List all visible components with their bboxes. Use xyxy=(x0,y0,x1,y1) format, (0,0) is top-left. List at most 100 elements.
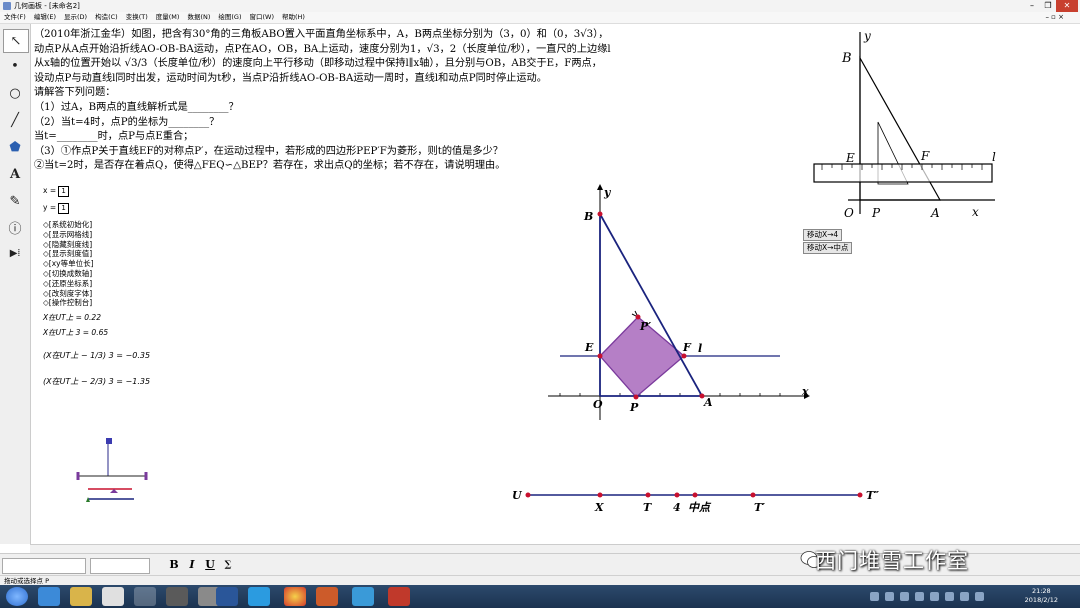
problem-line: （2010年浙江金华）如图，把含有30°角的三角板ABO置入平面直角坐标系中，A… xyxy=(34,29,609,40)
action-button-list: ◇[系统初始化] ◇[显示网格线] ◇[隐藏刻度线] ◇[显示刻度值] ◇[xy… xyxy=(43,220,150,308)
measurement-4[interactable]: (X在UT上 − 2/3) 3 = −1.35 xyxy=(43,370,150,394)
tray-icon[interactable] xyxy=(900,592,909,601)
action-button-init[interactable]: ◇[系统初始化] xyxy=(43,220,150,230)
point-E[interactable] xyxy=(597,353,603,359)
measurement-1[interactable]: X在UT上 = 0.22 xyxy=(43,313,150,323)
font-family-select[interactable] xyxy=(2,558,86,574)
tray-icon[interactable] xyxy=(960,592,969,601)
close-button[interactable]: ✕ xyxy=(1056,0,1078,12)
point-Pprime[interactable] xyxy=(635,314,641,320)
tray-icon[interactable] xyxy=(930,592,939,601)
action-button-restore-axes[interactable]: ◇[还原坐标系] xyxy=(43,279,150,289)
point-tool-icon[interactable]: • xyxy=(3,55,27,77)
point-four[interactable] xyxy=(674,492,680,498)
point-P[interactable] xyxy=(633,394,639,400)
menu-window[interactable]: 窗口(W) xyxy=(245,12,278,23)
custom-tool-icon[interactable]: ▶⁞ xyxy=(3,242,27,264)
media-player-icon[interactable] xyxy=(102,587,124,606)
point-Tprime[interactable] xyxy=(750,492,756,498)
problem-line: 从x轴的位置开始以 √3/3（长度单位/秒）的速度向上平行移动（即移动过程中保持… xyxy=(34,58,602,70)
explorer-icon[interactable] xyxy=(70,587,92,606)
app3-taskbar-icon[interactable] xyxy=(316,587,338,606)
param-x-value[interactable]: 1 xyxy=(58,186,70,197)
tray-icon[interactable] xyxy=(885,592,894,601)
cloud-app-icon[interactable] xyxy=(248,587,270,606)
menu-graph[interactable]: 绘图(G) xyxy=(214,12,245,23)
menu-help[interactable]: 帮助(H) xyxy=(278,12,309,23)
param-y-value[interactable]: 1 xyxy=(58,203,70,214)
reference-figure: B y E F l O P A x xyxy=(813,29,996,220)
action-button-tick-font[interactable]: ◇[改刻度字体] xyxy=(43,289,150,299)
start-button-icon[interactable] xyxy=(6,587,28,606)
menu-data[interactable]: 数据(N) xyxy=(183,12,214,23)
problem-text[interactable]: （2010年浙江金华）如图，把含有30°角的三角板ABO置入平面直角坐标系中，A… xyxy=(34,28,804,174)
compass-tool-icon[interactable]: ○ xyxy=(3,82,27,104)
tray-icon[interactable] xyxy=(975,592,984,601)
problem-line: ②当t=2时，是否存在着点Q，使得△FEQ∽△BEP？若存在，求出点Q的坐标；若… xyxy=(34,160,506,172)
point-Tdouble[interactable] xyxy=(857,492,863,498)
parameter-slider-widget[interactable] xyxy=(70,432,160,512)
font-size-select[interactable] xyxy=(90,558,150,574)
italic-button[interactable]: I xyxy=(184,558,200,572)
measurement-2[interactable]: X在UT上 3 = 0.65 xyxy=(43,328,150,338)
ref-label-y: y xyxy=(863,29,871,43)
menu-file[interactable]: 文件(F) xyxy=(0,12,30,23)
word-icon[interactable] xyxy=(216,587,238,606)
sketchpad-taskbar-icon[interactable] xyxy=(134,587,156,606)
slider-flag[interactable] xyxy=(106,438,112,444)
problem-line: （3）①作点P关于直线EF的对称点P′，在运动过程中，若形成的四边形PEP′F为… xyxy=(34,145,503,157)
param-x[interactable]: x = 1 xyxy=(43,186,150,197)
tray-icon[interactable] xyxy=(945,592,954,601)
bold-button[interactable]: B xyxy=(166,558,182,572)
problem-line: 当t=________时，点P与点E重合； xyxy=(34,131,194,143)
toolbox: ↖ • ○ ╱ ⬟ A ✎ ⓘ ▶⁞ xyxy=(0,24,31,544)
point-U[interactable] xyxy=(525,492,531,498)
tray-icon[interactable] xyxy=(870,592,879,601)
restore-button[interactable]: ❐ xyxy=(1040,0,1056,12)
point-X[interactable] xyxy=(597,492,603,498)
tray-icon[interactable] xyxy=(915,592,924,601)
param-y[interactable]: y = 1 xyxy=(43,203,150,214)
measurement-3[interactable]: (X在UT上 − 1/3) 3 = −0.35 xyxy=(43,344,150,368)
symbol-icon[interactable]: ∑ xyxy=(220,558,236,572)
ref-label-F: F xyxy=(920,149,930,163)
point-F[interactable] xyxy=(681,353,687,359)
underline-button[interactable]: U xyxy=(202,558,218,572)
menu-transform[interactable]: 变换(T) xyxy=(122,12,152,23)
polygon-tool-icon[interactable]: ⬟ xyxy=(3,136,27,158)
action-button-show-tick-values[interactable]: ◇[显示刻度值] xyxy=(43,249,150,259)
menu-construct[interactable]: 构造(C) xyxy=(91,12,122,23)
point-B[interactable] xyxy=(597,211,603,217)
action-button-show-grid[interactable]: ◇[显示网格线] xyxy=(43,230,150,240)
app4-taskbar-icon[interactable] xyxy=(352,587,374,606)
information-tool-icon[interactable]: ⓘ xyxy=(3,216,27,238)
minimize-button[interactable]: – xyxy=(1024,0,1040,12)
main-label-Pprime: P′ xyxy=(639,320,651,333)
menu-display[interactable]: 显示(D) xyxy=(60,12,91,23)
problem-line: 请解答下列问题： xyxy=(34,87,116,99)
document-controls[interactable]: – ▫ × xyxy=(1041,12,1068,23)
ref-label-O: O xyxy=(844,206,854,220)
main-figure[interactable]: B y E F l P′ O P A x xyxy=(540,180,820,420)
main-label-O: O xyxy=(593,398,603,411)
chrome-icon[interactable] xyxy=(284,587,306,606)
app-taskbar-icon[interactable] xyxy=(166,587,188,606)
window-controls: – ❐ ✕ xyxy=(1024,0,1078,12)
action-button-equal-units[interactable]: ◇[xy等单位长] xyxy=(43,259,150,269)
menu-measure[interactable]: 度量(M) xyxy=(152,12,184,23)
straightedge-tool-icon[interactable]: ╱ xyxy=(3,109,27,131)
marker-tool-icon[interactable]: ✎ xyxy=(3,190,27,212)
point-mid[interactable] xyxy=(692,492,698,498)
action-button-hide-ticks[interactable]: ◇[隐藏刻度线] xyxy=(43,240,150,250)
text-tool-icon[interactable]: A xyxy=(3,163,27,185)
action-button-number-line[interactable]: ◇[切换成数轴] xyxy=(43,269,150,279)
point-T[interactable] xyxy=(645,492,651,498)
action-button-console[interactable]: ◇[操作控制台] xyxy=(43,298,150,308)
number-line[interactable]: U X T 4 中点 T′ T″ xyxy=(508,484,898,518)
system-clock[interactable]: 21:28 2018/2/12 xyxy=(1025,587,1058,605)
menu-edit[interactable]: 编辑(E) xyxy=(30,12,60,23)
app5-taskbar-icon[interactable] xyxy=(388,587,410,606)
selection-arrow-icon[interactable]: ↖ xyxy=(3,29,29,53)
ie-icon[interactable] xyxy=(38,587,60,606)
ref-label-x: x xyxy=(972,205,979,219)
